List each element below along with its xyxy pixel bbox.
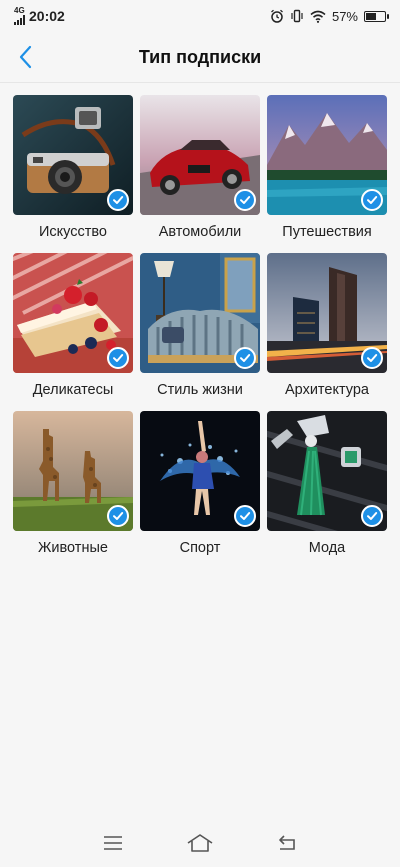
category-label: Архитектура — [285, 382, 369, 398]
category-image-travel — [267, 95, 387, 215]
network-type: 4G — [14, 6, 25, 15]
selected-check-icon — [234, 505, 256, 527]
category-label: Животные — [38, 540, 108, 556]
back-button[interactable] — [14, 44, 40, 70]
category-tile-travel[interactable]: Путешествия — [267, 95, 387, 253]
menu-icon — [104, 836, 123, 850]
category-tile-animals[interactable]: Животные — [13, 411, 133, 569]
selected-check-icon — [234, 189, 256, 211]
status-bar: 4G 20:02 57% — [0, 0, 400, 32]
back-nav-button[interactable] — [273, 832, 301, 854]
status-right: 57% — [270, 8, 389, 24]
battery-fill — [366, 12, 376, 20]
selected-check-icon — [107, 347, 129, 369]
selected-check-icon — [107, 505, 129, 527]
category-label: Путешествия — [282, 224, 372, 240]
category-image-animals — [13, 411, 133, 531]
system-nav-bar — [0, 819, 400, 867]
category-image-sport — [140, 411, 260, 531]
category-label: Мода — [308, 540, 346, 556]
signal-icon — [14, 15, 25, 25]
page-title: Тип подписки — [138, 46, 262, 67]
battery-percent: 57% — [331, 8, 358, 24]
home-button[interactable] — [186, 832, 214, 854]
category-image-delicacies — [13, 253, 133, 373]
category-tile-cars[interactable]: Автомобили — [140, 95, 260, 253]
back-arrow-icon — [278, 835, 295, 850]
wifi-icon — [310, 10, 326, 23]
category-image-fashion — [267, 411, 387, 531]
category-label: Стиль жизни — [157, 382, 243, 398]
category-tile-fashion[interactable]: Мода — [267, 411, 387, 569]
category-tile-lifestyle[interactable]: Стиль жизни — [140, 253, 260, 411]
clock: 20:02 — [29, 8, 65, 24]
category-tile-delicacies[interactable]: Деликатесы — [13, 253, 133, 411]
category-image-art — [13, 95, 133, 215]
home-icon — [187, 834, 213, 852]
category-image-cars — [140, 95, 260, 215]
chevron-left-icon — [19, 45, 32, 69]
category-tile-sport[interactable]: Спорт — [140, 411, 260, 569]
selected-check-icon — [361, 189, 383, 211]
status-left: 4G 20:02 — [14, 7, 65, 25]
selected-check-icon — [234, 347, 256, 369]
battery-icon — [364, 10, 389, 22]
category-label: Искусство — [38, 224, 107, 240]
category-grid: Искусство Автомобили Путешествия Деликат… — [13, 95, 387, 569]
selected-check-icon — [107, 189, 129, 211]
category-label: Спорт — [179, 540, 221, 556]
category-label: Автомобили — [158, 224, 242, 240]
category-image-lifestyle — [140, 253, 260, 373]
category-tile-art[interactable]: Искусство — [13, 95, 133, 253]
alarm-icon — [271, 9, 283, 23]
app-header: Тип подписки — [0, 32, 400, 83]
category-tile-architecture[interactable]: Архитектура — [267, 253, 387, 411]
network-indicator: 4G — [14, 7, 25, 25]
selected-check-icon — [361, 505, 383, 527]
vibrate-icon — [291, 9, 303, 23]
category-image-architecture — [267, 253, 387, 373]
category-label: Деликатесы — [32, 382, 114, 398]
selected-check-icon — [361, 347, 383, 369]
recent-apps-button[interactable] — [99, 832, 127, 854]
